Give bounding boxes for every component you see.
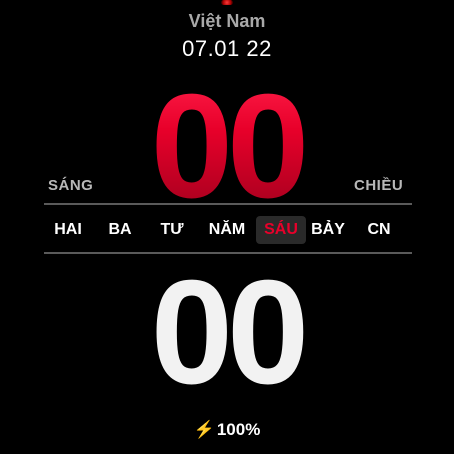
status-led-icon (221, 0, 233, 5)
region-label: Việt Nam (188, 11, 266, 31)
am-label: SÁNG (48, 177, 94, 194)
hour-display: 00 (96, 73, 358, 221)
weekday-wed: TƯ (160, 221, 184, 238)
lightning-bolt-icon: ⚡ (193, 420, 215, 439)
weekday-thu: NĂM (208, 221, 246, 238)
date-display: 07.01 22 (182, 36, 272, 61)
battery-value: 100% (216, 420, 261, 439)
top-divider (44, 203, 412, 205)
weekday-tue: BA (108, 221, 132, 238)
pm-label: CHIỀU (354, 177, 404, 194)
minute-display: 00 (150, 250, 310, 415)
weekday-sun: CN (367, 221, 391, 238)
weekday-bar: HAI BA TƯ NĂM SÁU BẢY CN (48, 216, 408, 244)
weekday-fri-active: SÁU (256, 216, 306, 244)
battery-status: ⚡ 100% (0, 420, 454, 440)
weekday-mon: HAI (54, 221, 82, 238)
weekday-sat: BẢY (311, 221, 345, 238)
